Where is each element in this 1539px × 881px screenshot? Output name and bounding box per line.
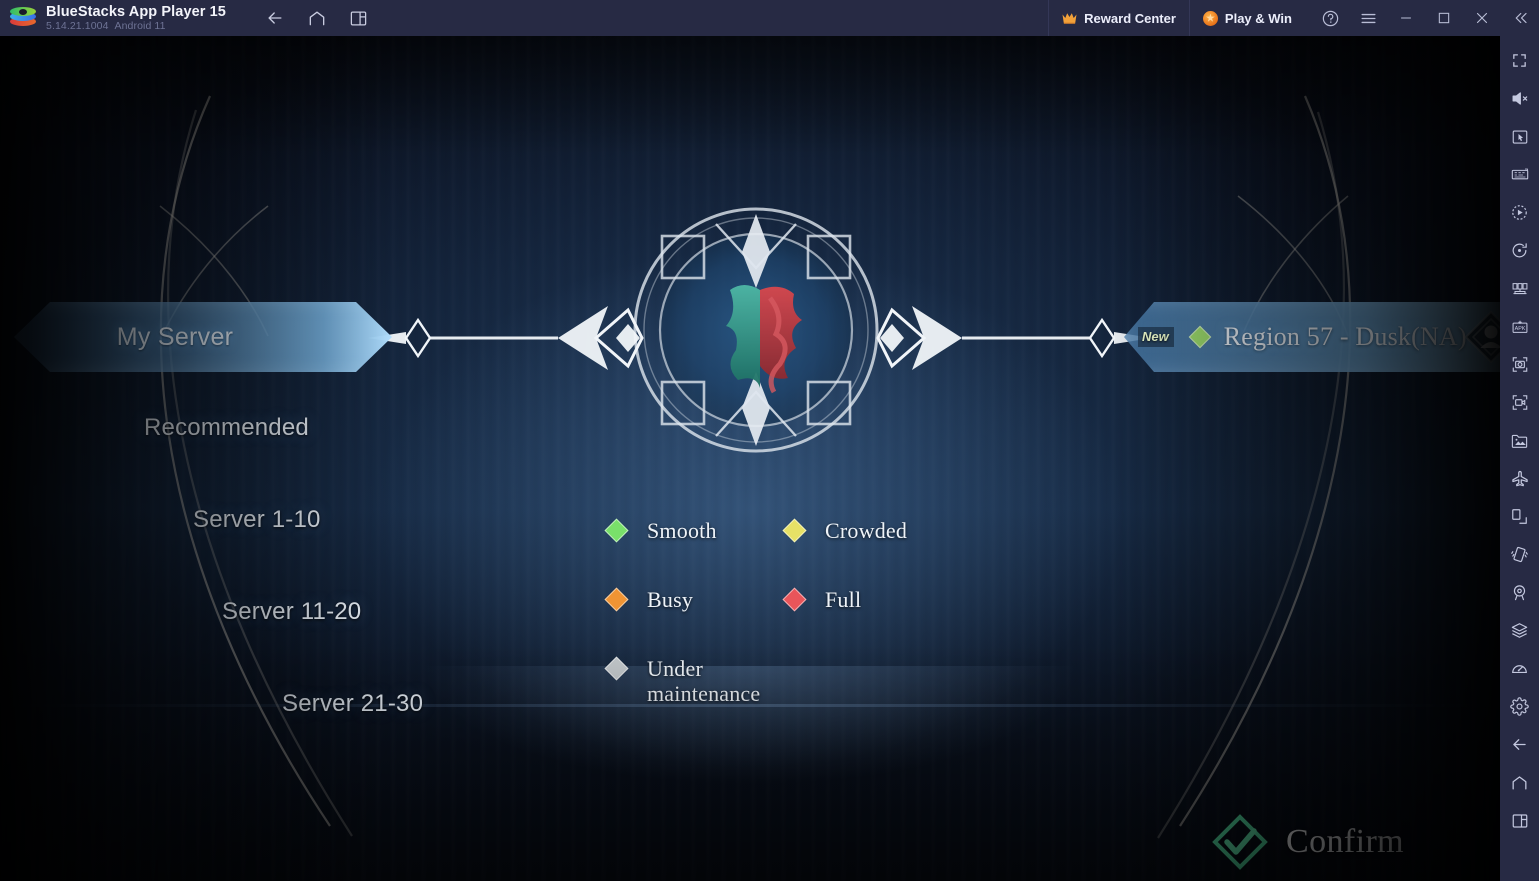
server-group-label: Server 21-30 — [282, 690, 424, 717]
sidebar-item-server-21-30[interactable]: Server 21-30 — [282, 690, 423, 718]
region-avatar-icon[interactable] — [1462, 308, 1500, 366]
settings-icon[interactable] — [1504, 690, 1536, 723]
sidebar-item-recommended[interactable]: Recommended — [144, 414, 309, 442]
play-and-win-label: Play & Win — [1224, 10, 1292, 26]
confirm-check-icon — [1212, 814, 1268, 870]
titlebar-nav-group — [262, 5, 372, 31]
legend-label: Smooth — [647, 518, 717, 543]
back-icon[interactable] — [1504, 728, 1536, 761]
sidebar-item-server-1-10[interactable]: Server 1-10 — [193, 506, 321, 534]
tab-my-server-label: My Server — [116, 322, 234, 351]
android-version: Android 11 — [114, 19, 166, 32]
reward-center-button[interactable]: Reward Center — [1048, 0, 1189, 36]
help-icon[interactable] — [1311, 0, 1349, 36]
legend-label: Busy — [647, 587, 694, 612]
home-icon[interactable] — [304, 5, 330, 31]
play-win-icon — [1202, 10, 1218, 26]
fullscreen-icon[interactable] — [1504, 44, 1536, 77]
maximize-icon[interactable] — [1425, 0, 1463, 36]
server-group-label: Server 1-10 — [193, 506, 321, 533]
legend-item-smooth: Smooth — [604, 518, 786, 543]
hamburger-menu-icon[interactable] — [1349, 0, 1387, 36]
recents-icon[interactable] — [1504, 804, 1536, 837]
server-status-legend: Smooth Crowded Busy Full Under maintenan… — [604, 518, 1008, 750]
crown-icon — [1062, 12, 1077, 24]
legend-item-busy: Busy — [604, 587, 786, 612]
cursor-control-icon[interactable] — [1504, 120, 1536, 153]
airplane-mode-icon[interactable] — [1504, 462, 1536, 495]
sidebar-item-server-11-20[interactable]: Server 11-20 — [222, 598, 361, 626]
game-viewport: My Server Recommended Server 1-10 Server… — [0, 36, 1500, 881]
performance-icon[interactable] — [1504, 652, 1536, 685]
bluestacks-window: BlueStacks App Player 15 5.14.21.1004 And… — [0, 0, 1539, 881]
selected-region-bar[interactable]: New Region 57 - Dusk(NA) — [1124, 302, 1500, 372]
new-badge: New — [1138, 327, 1174, 347]
record-screen-icon[interactable] — [1504, 386, 1536, 419]
rotate-screen-icon[interactable] — [1504, 500, 1536, 533]
media-manager-icon[interactable] — [1504, 424, 1536, 457]
legend-item-full: Full — [782, 587, 862, 612]
legend-item-crowded: Crowded — [782, 518, 908, 543]
server-group-label: Recommended — [144, 414, 309, 441]
reward-center-label: Reward Center — [1084, 10, 1176, 26]
tab-my-server[interactable]: My Server — [14, 302, 392, 372]
app-title-block: BlueStacks App Player 15 5.14.21.1004 And… — [46, 4, 226, 33]
server-group-label: Server 11-20 — [222, 598, 362, 625]
install-apk-icon[interactable]: APK — [1504, 310, 1536, 343]
location-icon[interactable] — [1504, 576, 1536, 609]
sync-operations-icon[interactable] — [1504, 234, 1536, 267]
status-diamond-icon — [604, 656, 629, 681]
legend-row: Under maintenance — [604, 656, 1008, 706]
legend-item-under-maintenance: Under maintenance — [604, 656, 786, 706]
collapse-sidebar-icon[interactable] — [1501, 0, 1539, 36]
home-icon[interactable] — [1504, 766, 1536, 799]
legend-row: Smooth Crowded — [604, 518, 1008, 543]
status-diamond-icon — [604, 518, 629, 543]
status-diamond-icon — [782, 518, 807, 543]
back-icon[interactable] — [262, 5, 288, 31]
screenshot-icon[interactable] — [1504, 348, 1536, 381]
shake-icon[interactable] — [1504, 538, 1536, 571]
status-diamond-icon — [782, 587, 807, 612]
center-emblem — [620, 194, 892, 466]
eco-mode-icon[interactable] — [1504, 614, 1536, 647]
window-controls — [1305, 0, 1539, 36]
selected-region-label: Region 57 - Dusk(NA) — [1223, 322, 1467, 351]
server-status-diamond-icon — [1188, 325, 1212, 349]
confirm-label: Confirm — [1286, 823, 1405, 860]
legend-label: Full — [825, 587, 862, 612]
play-and-win-button[interactable]: Play & Win — [1188, 0, 1305, 36]
status-diamond-icon — [604, 587, 629, 612]
bluestacks-logo-icon — [10, 5, 36, 31]
keyboard-controls-icon[interactable] — [1504, 158, 1536, 191]
multi-instance-sync-icon[interactable] — [1504, 272, 1536, 305]
bluestacks-sidebar: APK — [1500, 36, 1539, 881]
confirm-button[interactable]: Confirm — [1212, 814, 1404, 870]
mute-icon[interactable] — [1504, 82, 1536, 115]
title-bar: BlueStacks App Player 15 5.14.21.1004 And… — [0, 0, 1539, 36]
legend-label: Under maintenance — [647, 656, 761, 706]
macro-play-icon[interactable] — [1504, 196, 1536, 229]
legend-row: Busy Full — [604, 587, 1008, 612]
svg-text:APK: APK — [1514, 326, 1525, 332]
app-version-line: 5.14.21.1004 Android 11 — [46, 20, 226, 33]
multi-instance-icon[interactable] — [346, 5, 372, 31]
legend-label: Crowded — [825, 518, 908, 543]
app-title: BlueStacks App Player 15 — [46, 3, 226, 20]
titlebar-right-group: Reward Center Play & Win — [1048, 0, 1539, 36]
app-version: 5.14.21.1004 — [46, 19, 109, 32]
close-icon[interactable] — [1463, 0, 1501, 36]
minimize-icon[interactable] — [1387, 0, 1425, 36]
